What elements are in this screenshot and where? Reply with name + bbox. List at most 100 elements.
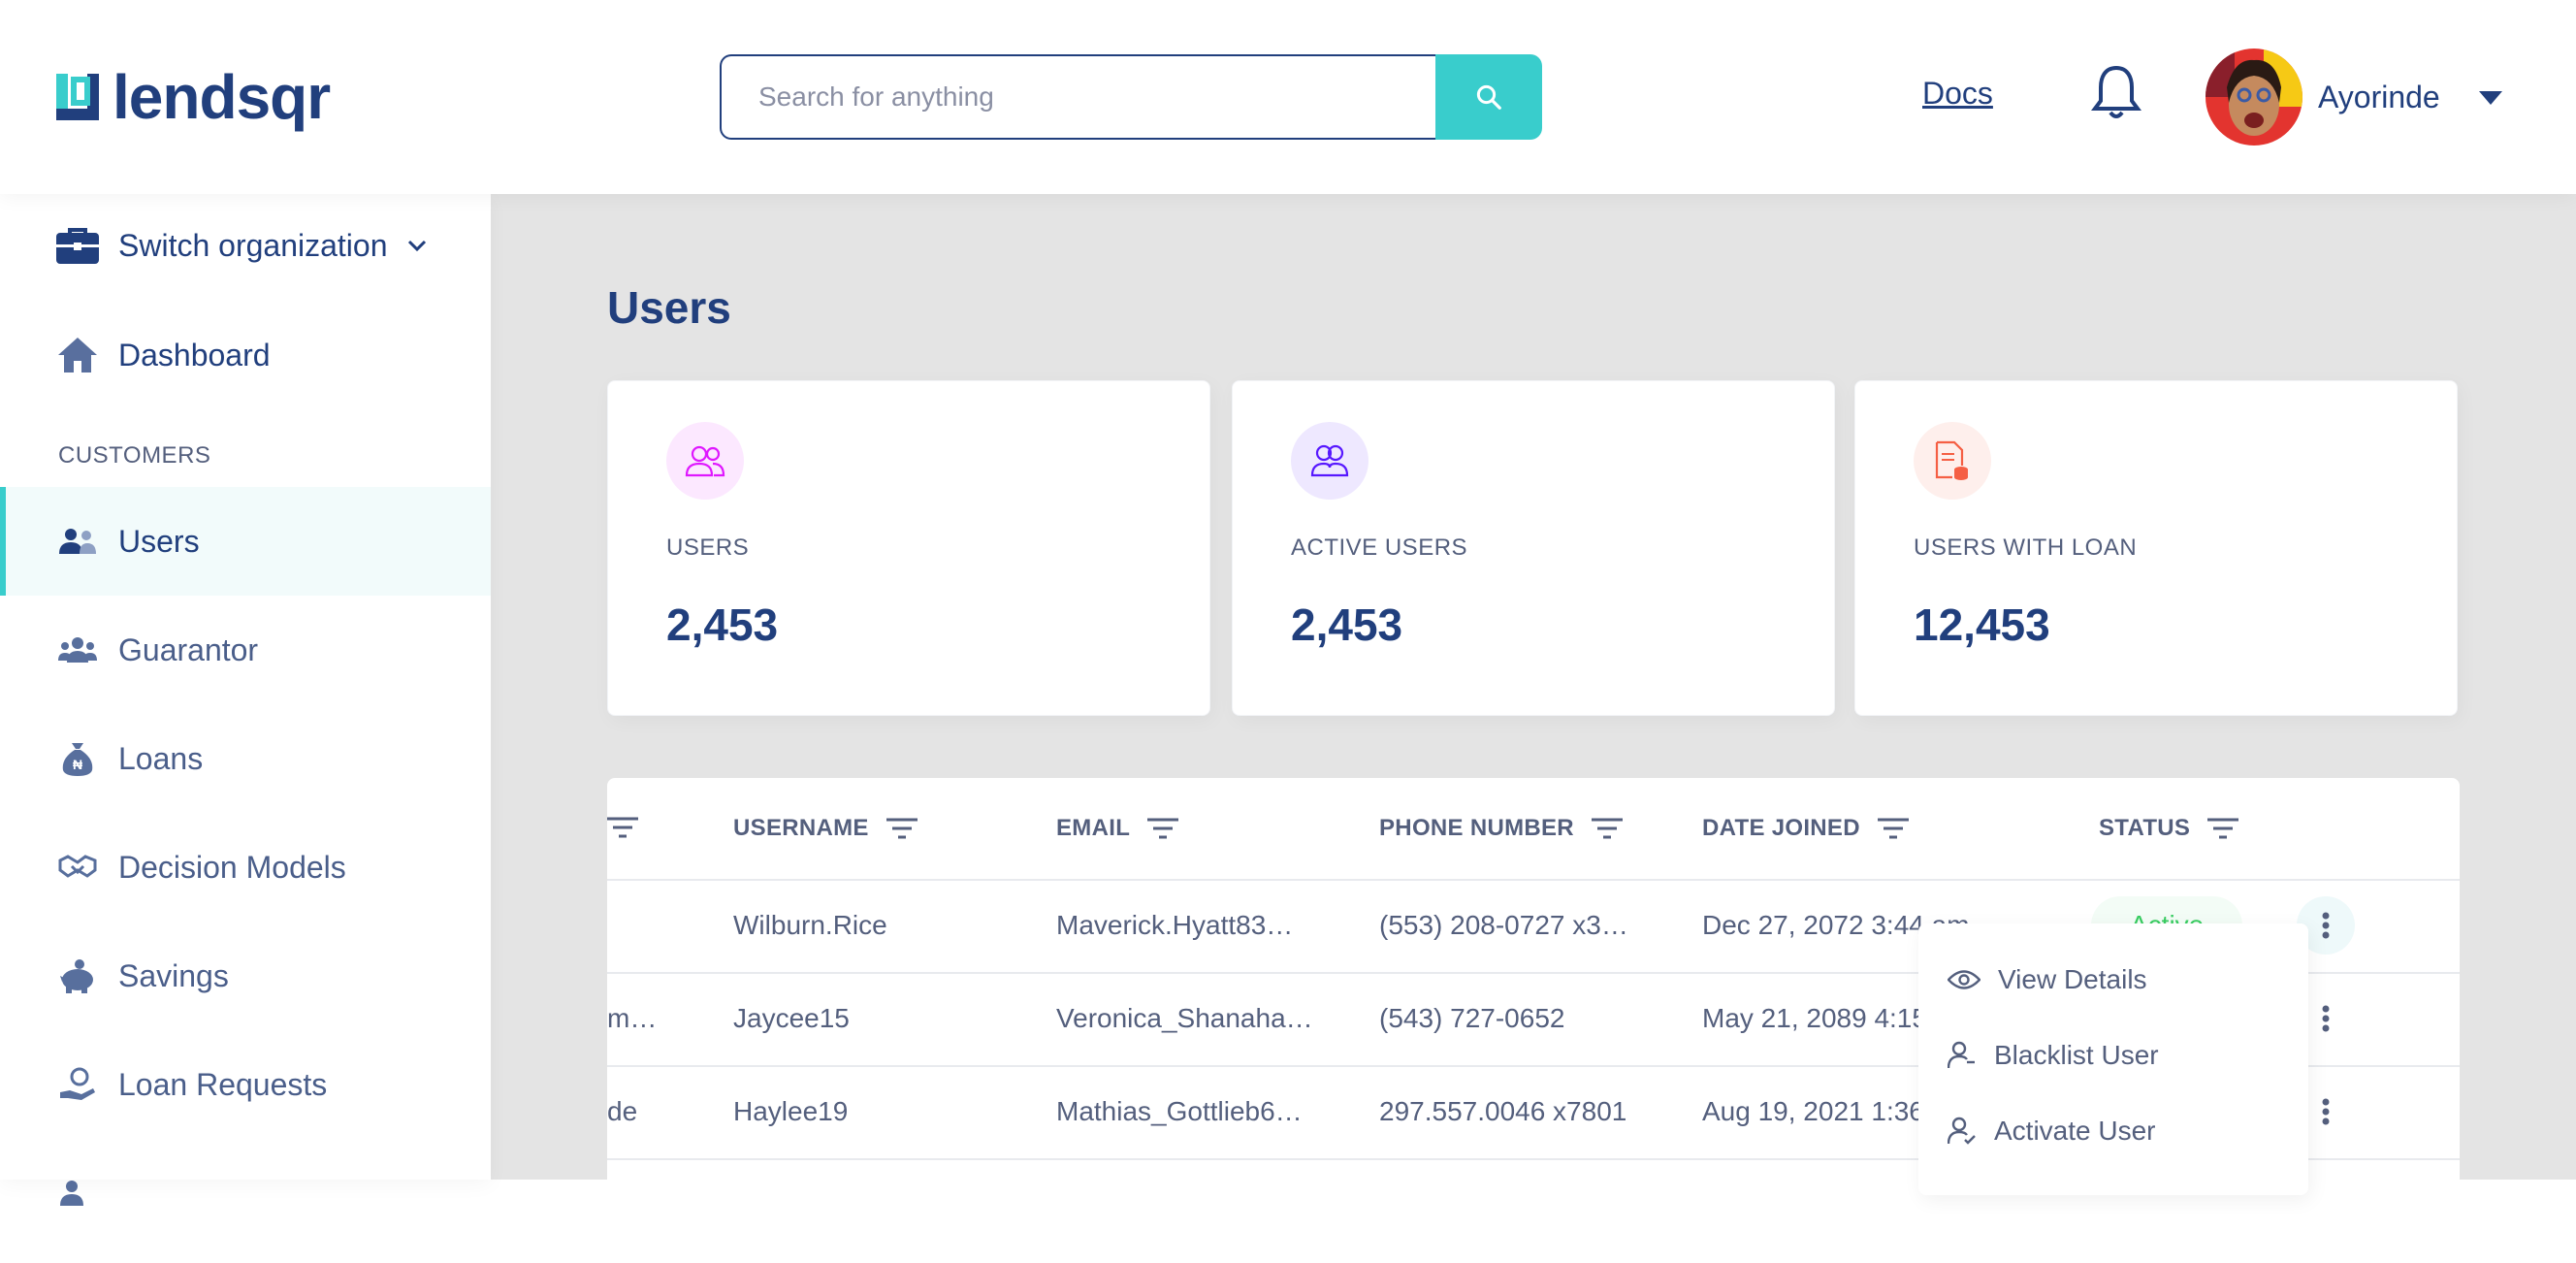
chevron-down-icon [408, 240, 427, 252]
users-icon [666, 422, 744, 500]
sidebar-item-savings[interactable]: Savings [0, 922, 491, 1030]
column-header-status: STATUS [2099, 815, 2239, 842]
user-remove-icon [1948, 1041, 1975, 1069]
bell-icon[interactable] [2091, 64, 2141, 122]
users-icon [58, 522, 97, 561]
avatar-photo-icon [2206, 49, 2302, 146]
column-header-organization [607, 815, 638, 840]
column-label: DATE JOINED [1702, 815, 1860, 841]
filter-icon[interactable] [2207, 816, 2239, 841]
column-label: STATUS [2099, 815, 2191, 841]
sidebar-item-dashboard[interactable]: Dashboard [56, 336, 271, 374]
loan-document-icon [1914, 422, 1991, 500]
more-vertical-icon [2322, 1005, 2330, 1032]
sidebar-item-loans[interactable]: ₦ Loans [0, 704, 491, 813]
stat-card-users-with-loan: USERS WITH LOAN 12,453 [1854, 380, 2458, 716]
column-header-date-joined: DATE JOINED [1702, 815, 1909, 842]
hand-money-icon [58, 1065, 97, 1104]
filter-icon[interactable] [1147, 816, 1179, 841]
piggy-bank-icon [58, 956, 97, 995]
row-actions-menu: View Details Blacklist User Activate Use… [1918, 923, 2308, 1195]
user-name[interactable]: Ayorinde [2318, 80, 2440, 115]
sidebar-item-label: Savings [118, 957, 229, 993]
guarantor-icon [58, 631, 97, 669]
more-vertical-icon [2322, 1098, 2330, 1125]
search-input[interactable] [720, 54, 1435, 140]
logo-mark-icon [56, 74, 99, 120]
briefcase-icon [56, 228, 99, 264]
logo-text: lendsqr [113, 62, 331, 132]
search-bar [720, 54, 1542, 140]
sidebar-item-decision-models[interactable]: Decision Models [0, 813, 491, 922]
filter-icon[interactable] [1877, 816, 1909, 841]
column-label: PHONE NUMBER [1379, 815, 1574, 841]
cell-email: Maverick.Hyatt83… [1056, 910, 1294, 940]
menu-item-label: Activate User [1994, 1116, 2156, 1146]
cell-username: Haylee19 [733, 1096, 849, 1126]
card-value: 2,453 [666, 599, 779, 650]
stat-card-active-users: ACTIVE USERS 2,453 [1232, 380, 1835, 716]
cell-phone: (543) 727-0652 [1379, 1003, 1565, 1033]
cell-email: Veronica_Shanaha… [1056, 1003, 1313, 1033]
section-customers: CUSTOMERS [58, 442, 211, 469]
sidebar-item-label: Users [118, 523, 200, 559]
card-value: 2,453 [1291, 599, 1403, 650]
switch-organization-button[interactable]: Switch organization [56, 227, 428, 264]
home-icon [58, 338, 97, 372]
svg-text:₦: ₦ [73, 757, 82, 772]
menu-item-activate-user[interactable]: Activate User [1948, 1116, 2156, 1147]
stat-card-users: USERS 2,453 [607, 380, 1210, 716]
column-header-phone-number: PHONE NUMBER [1379, 815, 1623, 842]
card-label: USERS WITH LOAN [1914, 534, 2138, 561]
sidebar-item-whitelist[interactable] [0, 1139, 491, 1247]
cell-date-joined: Aug 19, 2021 1:36 [1702, 1096, 1924, 1126]
top-bar: lendsqr Docs Ayorinde [0, 0, 2576, 194]
logo[interactable]: lendsqr [56, 62, 331, 132]
avatar[interactable] [2206, 49, 2302, 146]
more-vertical-icon [2322, 912, 2330, 939]
search-button[interactable] [1435, 54, 1542, 140]
docs-link[interactable]: Docs [1922, 76, 1993, 112]
chevron-down-icon[interactable] [2479, 91, 2502, 105]
loan-sack-icon: ₦ [58, 739, 97, 778]
sidebar-item-label: Guarantor [118, 632, 259, 667]
sidebar-item-label: Decision Models [118, 849, 346, 885]
cell-email: Mathias_Gottlieb6… [1056, 1096, 1303, 1126]
page-title: Users [607, 282, 731, 333]
user-check-icon [58, 1174, 97, 1213]
handshake-icon [58, 848, 97, 887]
eye-icon [1948, 970, 1980, 989]
sidebar-item-label: Loan Requests [118, 1066, 328, 1102]
filter-icon[interactable] [886, 816, 918, 841]
column-label: USERNAME [733, 815, 869, 841]
cell-phone: 297.557.0046 x7801 [1379, 1096, 1627, 1126]
sidebar: Switch organization Dashboard CUSTOMERS … [0, 194, 491, 1206]
menu-item-view-details[interactable]: View Details [1948, 964, 2147, 995]
active-users-icon [1291, 422, 1368, 500]
cell-username: Jaycee15 [733, 1003, 850, 1033]
menu-item-label: View Details [1998, 964, 2147, 994]
menu-item-blacklist-user[interactable]: Blacklist User [1948, 1040, 2159, 1071]
cell-organization: m… [607, 1003, 658, 1033]
column-label: EMAIL [1056, 815, 1131, 841]
column-header-email: EMAIL [1056, 815, 1179, 842]
search-icon [1476, 84, 1501, 110]
cell-date-joined: May 21, 2089 4:15 [1702, 1003, 1927, 1033]
sidebar-item-label: Loans [118, 740, 204, 776]
menu-item-label: Blacklist User [1994, 1040, 2159, 1070]
card-label: ACTIVE USERS [1291, 534, 1468, 561]
card-label: USERS [666, 534, 750, 561]
column-header-username: USERNAME [733, 815, 918, 842]
cell-organization: de [607, 1096, 638, 1126]
user-check-icon [1948, 1117, 1976, 1145]
sidebar-item-loan-requests[interactable]: Loan Requests [0, 1030, 491, 1139]
cell-username: Wilburn.Rice [733, 910, 887, 940]
switch-organization-label: Switch organization [118, 227, 388, 263]
card-value: 12,453 [1914, 599, 2050, 650]
sidebar-item-users[interactable]: Users [0, 487, 491, 596]
sidebar-item-guarantor[interactable]: Guarantor [0, 596, 491, 704]
filter-icon[interactable] [607, 815, 638, 840]
dashboard-label: Dashboard [118, 337, 271, 372]
filter-icon[interactable] [1591, 816, 1623, 841]
cell-phone: (553) 208-0727 x3… [1379, 910, 1628, 940]
